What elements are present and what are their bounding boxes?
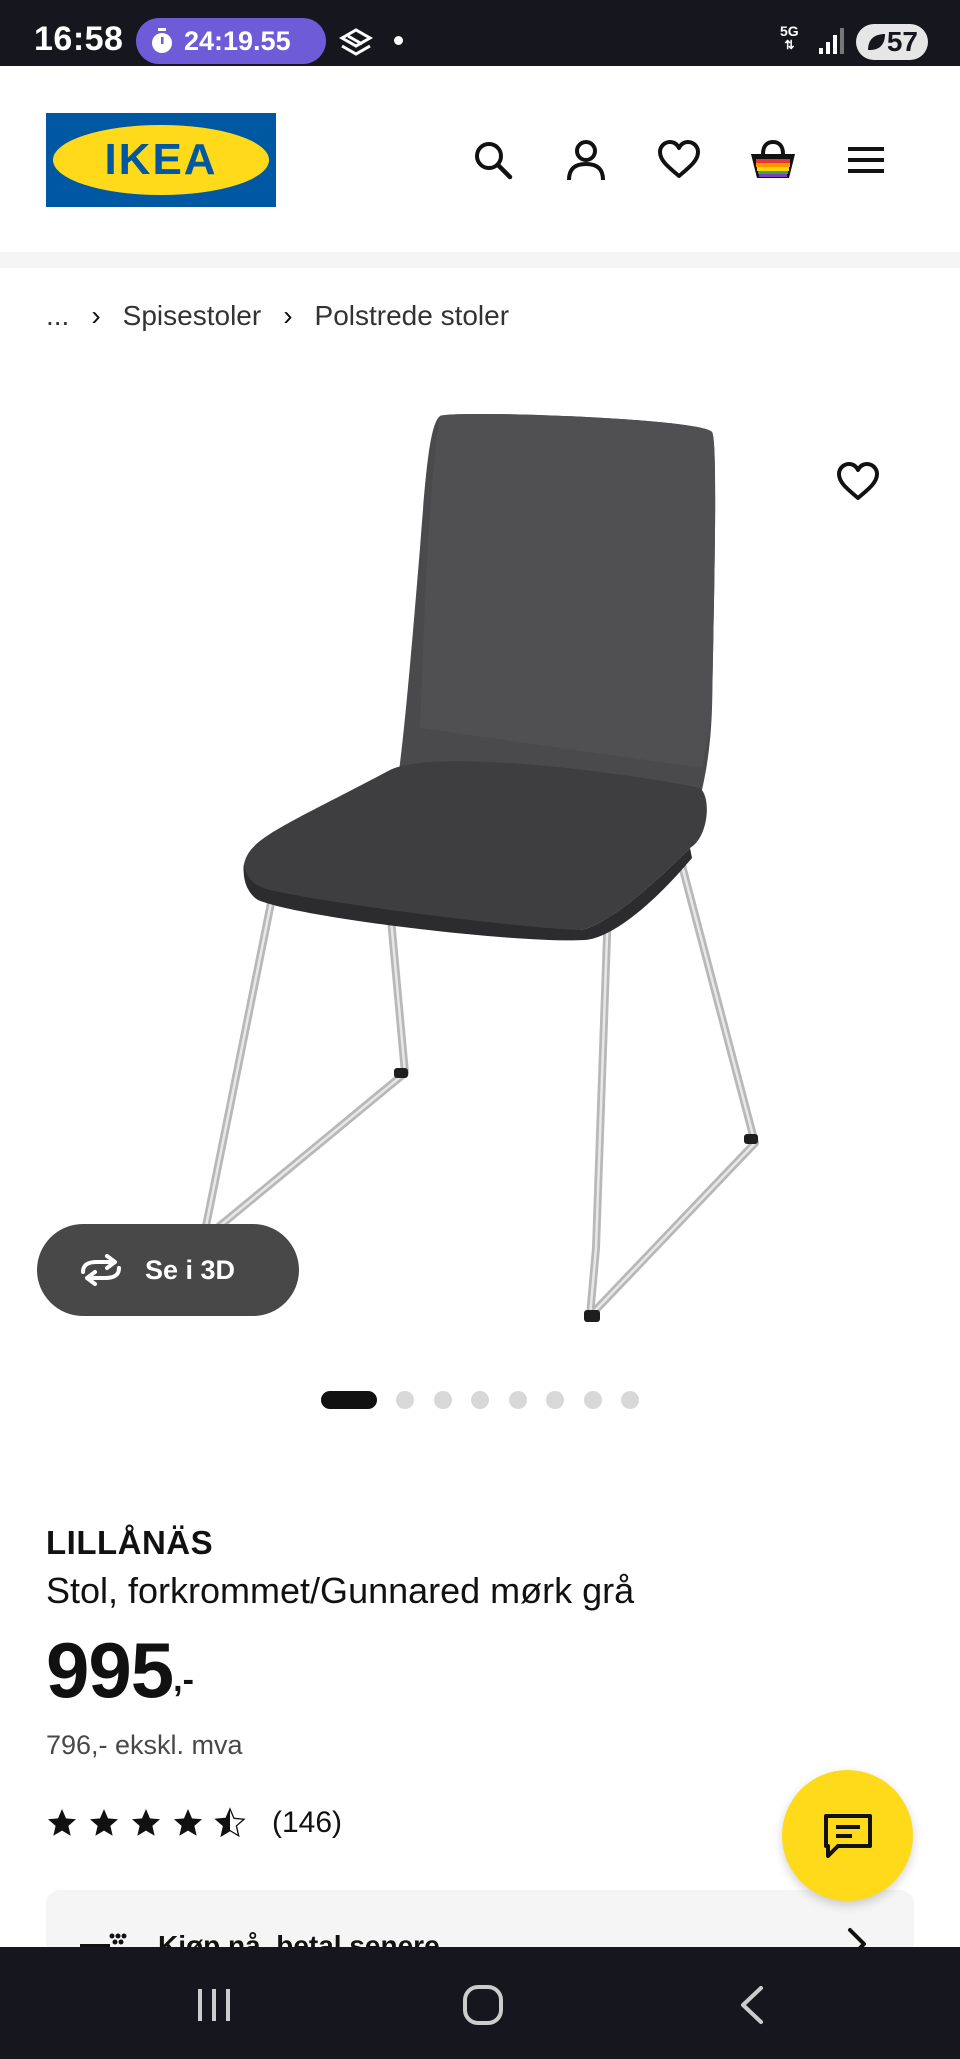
- breadcrumb-item-polstrede-stoler[interactable]: Polstrede stoler: [315, 300, 510, 332]
- star-full-icon: [132, 1809, 160, 1836]
- chevron-right-icon: ›: [91, 300, 101, 331]
- pagination-dot[interactable]: [546, 1391, 564, 1409]
- breadcrumb-ellipsis[interactable]: ...: [46, 300, 69, 332]
- app-notification-icon: [338, 28, 374, 56]
- star-full-icon: [174, 1809, 202, 1836]
- back-button[interactable]: [722, 1977, 782, 2033]
- product-image-gallery[interactable]: [0, 368, 960, 1368]
- chat-icon: [823, 1813, 872, 1858]
- price-suffix: ,-: [173, 1661, 194, 1699]
- rating-count: (146): [272, 1806, 343, 1839]
- view-in-3d-label: Se i 3D: [145, 1254, 236, 1285]
- status-time: 16:58: [34, 20, 124, 58]
- product-image[interactable]: [0, 368, 960, 1368]
- product-price: 995 ,-: [46, 1630, 194, 1710]
- timer-pill[interactable]: 24:19.55: [136, 18, 326, 64]
- chat-button[interactable]: [782, 1770, 913, 1901]
- logo-text: IKEA: [104, 135, 218, 184]
- battery-indicator: 57: [856, 24, 928, 60]
- chevron-right-icon: ›: [283, 300, 293, 331]
- pagination-dot[interactable]: [321, 1391, 377, 1409]
- network-type: 5G: [780, 23, 799, 39]
- status-bar: 16:58 24:19.55 5G ⇅ 57: [0, 0, 960, 66]
- menu-icon[interactable]: [841, 135, 891, 185]
- product-rating[interactable]: (146): [46, 1806, 342, 1840]
- star-full-icon: [90, 1809, 118, 1836]
- heart-icon[interactable]: [654, 135, 704, 185]
- ikea-logo[interactable]: IKEA: [46, 113, 276, 207]
- price-excluding-vat: 796,- ekskl. mva: [46, 1730, 243, 1760]
- back-icon: [741, 1986, 763, 2024]
- site-header: IKEA: [0, 66, 960, 252]
- header-divider: [0, 252, 960, 268]
- price-amount: 995: [46, 1626, 174, 1714]
- pagination-dot[interactable]: [396, 1391, 414, 1409]
- signal-icon: [819, 28, 844, 54]
- pagination-dot[interactable]: [583, 1391, 602, 1409]
- product-name: LILLÅNÄS: [46, 1524, 214, 1561]
- pagination-dot[interactable]: [433, 1391, 452, 1409]
- pagination-dot[interactable]: [471, 1391, 489, 1409]
- stopwatch-icon: [152, 28, 172, 53]
- star-full-icon: [48, 1809, 76, 1836]
- battery-level: 57: [886, 26, 918, 57]
- view-in-3d-button[interactable]: Se i 3D: [37, 1224, 299, 1316]
- recent-apps-icon: [198, 1989, 230, 2021]
- notification-dot: [394, 36, 403, 45]
- system-navigation-bar: [0, 1947, 960, 2059]
- product-description: Stol, forkrommet/Gunnared mørk grå: [46, 1570, 635, 1611]
- home-icon: [463, 1985, 503, 2025]
- breadcrumb-item-spisestoler[interactable]: Spisestoler: [123, 300, 262, 332]
- breadcrumb: ... › Spisestoler › Polstrede stoler: [46, 300, 509, 332]
- add-to-wishlist-button[interactable]: [836, 462, 896, 512]
- pagination-dot[interactable]: [508, 1391, 527, 1409]
- home-button[interactable]: [453, 1977, 513, 2033]
- rotate-3d-icon: [81, 1254, 121, 1286]
- recent-apps-button[interactable]: [184, 1977, 244, 2033]
- account-icon[interactable]: [561, 135, 611, 185]
- logo-oval: IKEA: [53, 125, 269, 195]
- network-indicator: 5G ⇅: [780, 23, 799, 52]
- gallery-pagination: [321, 1391, 659, 1409]
- timer-text: 24:19.55: [184, 25, 291, 56]
- heart-icon: [837, 462, 879, 500]
- basket-icon[interactable]: [748, 135, 798, 185]
- search-icon[interactable]: [468, 135, 518, 185]
- star-half-icon: [214, 1807, 246, 1838]
- battery-saver-icon: [868, 34, 885, 50]
- pagination-dot[interactable]: [621, 1391, 639, 1409]
